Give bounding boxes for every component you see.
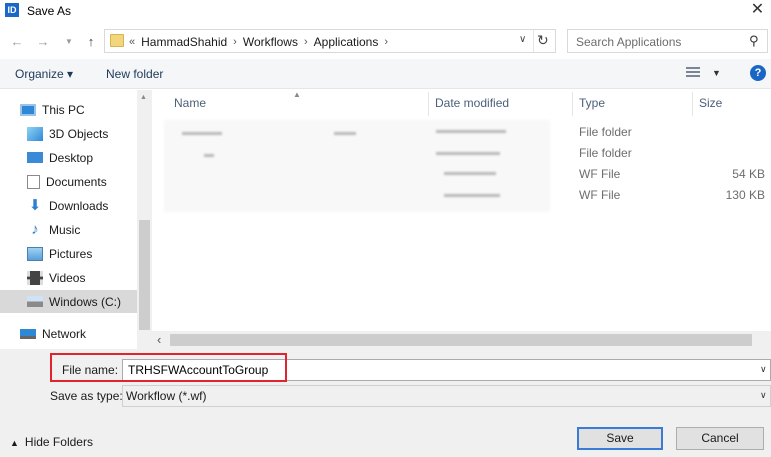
nav-item-label: Videos — [49, 270, 86, 285]
divider — [533, 30, 534, 52]
nav-item-pictures[interactable]: Pictures — [0, 242, 137, 265]
chevron-right-icon[interactable]: › — [233, 36, 237, 48]
pictures-icon — [27, 246, 43, 261]
chevron-down-icon[interactable]: ∨ — [760, 364, 767, 375]
nav-item-this-pc[interactable]: This PC — [0, 98, 137, 121]
command-bar: Organize ▾ New folder ▼ ? — [0, 59, 771, 89]
recent-locations-icon[interactable]: ▼ — [60, 33, 78, 51]
chevron-down-icon[interactable]: ▼ — [712, 68, 721, 78]
breadcrumb-item[interactable]: HammadShahid — [141, 35, 227, 49]
nav-item-documents[interactable]: Documents — [0, 170, 137, 193]
search-icon[interactable]: ⚲ — [749, 33, 759, 49]
chevron-right-icon[interactable]: › — [304, 36, 308, 48]
help-icon[interactable]: ? — [750, 65, 766, 81]
nav-item-label: Windows (C:) — [49, 294, 122, 309]
music-icon: ♪ — [31, 220, 39, 238]
nav-item-label: Music — [49, 222, 81, 237]
column-divider[interactable] — [428, 92, 429, 116]
breadcrumb: « HammadShahid › Workflows › Application… — [129, 35, 394, 49]
search-placeholder: Search Applications — [576, 35, 682, 49]
nav-item-music[interactable]: ♪ Music — [0, 218, 137, 241]
column-header-size[interactable]: Size — [699, 96, 722, 110]
address-bar[interactable]: « HammadShahid › Workflows › Application… — [104, 29, 556, 53]
folder-icon — [110, 34, 124, 47]
file-list: ▲ Name Date modified Type Size File fold… — [152, 90, 771, 349]
column-header-name[interactable]: Name — [174, 96, 206, 110]
nav-item-label: Downloads — [49, 198, 109, 213]
save-type-select[interactable]: Workflow (*.wf) ∨ — [122, 385, 771, 407]
save-button[interactable]: Save — [577, 427, 663, 450]
chevron-down-icon[interactable]: ∨ — [760, 390, 767, 401]
video-icon — [27, 270, 43, 285]
window-title: Save As — [27, 4, 72, 18]
refresh-icon[interactable]: ↻ — [537, 32, 549, 49]
file-type: File folder — [579, 146, 632, 160]
app-icon: ID — [5, 3, 19, 17]
forward-icon[interactable]: → — [34, 33, 52, 51]
file-name-label: File name: — [62, 363, 119, 377]
document-icon — [27, 174, 40, 189]
nav-item-3d-objects[interactable]: 3D Objects — [0, 122, 137, 145]
drive-icon — [27, 296, 43, 307]
scrollbar-thumb[interactable] — [139, 220, 150, 330]
nav-item-network[interactable]: Network — [0, 322, 137, 345]
nav-item-desktop[interactable]: Desktop — [0, 146, 137, 169]
nav-item-label: Pictures — [49, 246, 93, 261]
search-input[interactable]: Search Applications ⚲ — [567, 29, 768, 53]
new-folder-button[interactable]: New folder — [106, 67, 163, 81]
cancel-button[interactable]: Cancel — [676, 427, 764, 450]
breadcrumb-item[interactable]: Applications — [314, 35, 379, 49]
scrollbar-thumb[interactable] — [170, 334, 752, 346]
sort-caret-icon: ▲ — [293, 90, 301, 99]
hide-folders-button[interactable]: ▲ Hide Folders — [10, 435, 93, 449]
navigation-pane: This PC 3D Objects Desktop Documents ⬇ D… — [0, 90, 152, 349]
file-type: File folder — [579, 125, 632, 139]
horizontal-scrollbar[interactable]: ‹ — [152, 331, 771, 349]
column-header-type[interactable]: Type — [579, 96, 605, 110]
chevron-down-icon[interactable]: ∨ — [519, 34, 526, 45]
file-type: WF File — [579, 167, 621, 181]
computer-icon — [20, 103, 36, 116]
network-icon — [20, 328, 36, 339]
back-icon[interactable]: ← — [8, 33, 26, 51]
breadcrumb-item[interactable]: Workflows — [243, 35, 298, 49]
nav-item-windows-c[interactable]: Windows (C:) — [0, 290, 137, 313]
nav-item-label: Desktop — [49, 150, 94, 165]
save-type-value: Workflow (*.wf) — [126, 389, 207, 403]
scroll-left-icon[interactable]: ‹ — [157, 332, 161, 347]
desktop-icon — [27, 152, 43, 163]
file-type: WF File — [579, 188, 621, 202]
redacted-file-names — [164, 120, 550, 212]
nav-item-label: 3D Objects — [49, 126, 109, 141]
breadcrumb-overflow[interactable]: « — [129, 36, 135, 48]
nav-item-label: This PC — [42, 102, 85, 117]
file-size: 54 KB — [732, 167, 765, 181]
save-form: TRHSFWAccountToGroup ∨ File name: Save a… — [0, 349, 771, 457]
chevron-up-icon: ▲ — [10, 438, 19, 448]
organize-button[interactable]: Organize ▾ — [15, 67, 73, 81]
download-icon: ⬇ — [28, 196, 42, 214]
cube-icon — [27, 126, 43, 141]
column-header-date[interactable]: Date modified — [435, 96, 509, 110]
hide-folders-label: Hide Folders — [24, 435, 93, 449]
title-bar: ID Save As ✕ — [0, 0, 771, 22]
close-button[interactable]: ✕ — [744, 0, 771, 22]
file-size: 130 KB — [725, 188, 765, 202]
nav-item-downloads[interactable]: ⬇ Downloads — [0, 194, 137, 217]
save-type-label: Save as type: — [50, 389, 123, 403]
nav-item-videos[interactable]: Videos — [0, 266, 137, 289]
nav-item-label: Documents — [46, 174, 107, 189]
nav-scrollbar[interactable]: ▲ — [137, 90, 152, 349]
column-divider[interactable] — [692, 92, 693, 116]
column-divider[interactable] — [572, 92, 573, 116]
nav-item-label: Network — [42, 326, 87, 341]
chevron-right-icon[interactable]: › — [384, 36, 388, 48]
view-options-icon[interactable] — [686, 67, 700, 78]
scroll-up-icon[interactable]: ▲ — [140, 94, 147, 101]
up-icon[interactable]: ↑ — [82, 33, 100, 51]
